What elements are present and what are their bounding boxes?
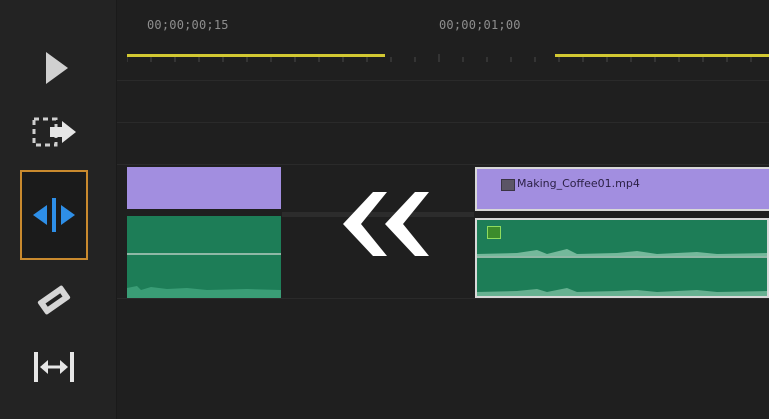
track-divider [117, 164, 769, 165]
track-select-forward-icon [32, 117, 76, 147]
track-divider [117, 122, 769, 123]
track-divider [117, 298, 769, 299]
in-out-range-bar[interactable] [127, 54, 385, 57]
ripple-edit-icon [33, 198, 75, 232]
in-out-range-bar[interactable] [555, 54, 769, 57]
fx-badge-icon [501, 179, 515, 191]
audio-clip[interactable] [127, 216, 281, 298]
clip-name: Making_Coffee01.mp4 [517, 177, 640, 190]
video-clip[interactable] [127, 167, 281, 209]
audio-waveform [477, 249, 767, 296]
slip-tool[interactable] [20, 340, 88, 394]
selection-tool[interactable] [20, 40, 88, 96]
ripple-edit-tool[interactable] [20, 170, 88, 260]
timecode-label: 00;00;01;00 [439, 18, 521, 32]
track-select-forward-tool[interactable] [20, 108, 88, 156]
audio-waveform [127, 286, 281, 298]
video-clip[interactable]: Making_Coffee01.mp4 [475, 167, 769, 211]
razor-tool-icon [37, 285, 71, 315]
razor-tool[interactable] [20, 276, 88, 324]
timecode-label: 00;00;00;15 [147, 18, 229, 32]
audio-clip[interactable] [475, 218, 769, 298]
track-divider [117, 80, 769, 81]
ripple-delete-arrows-icon [343, 192, 429, 256]
tools-panel [0, 0, 117, 419]
selection-tool-icon [46, 52, 68, 84]
slip-tool-icon [34, 352, 74, 382]
timeline-panel: 00;00;00;15 00;00;01;00 Making_Coffee01.… [117, 0, 769, 419]
